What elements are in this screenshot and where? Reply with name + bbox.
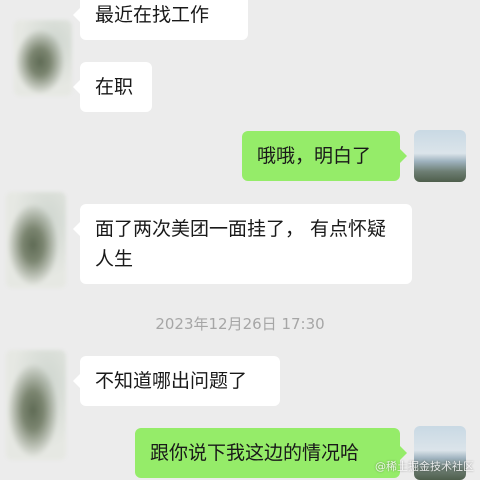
message-bubble-received[interactable]: 面了两次美团一面挂了， 有点怀疑人生 (73, 204, 412, 284)
timestamp: 2023年12月26日 17:30 (155, 315, 325, 333)
contact-avatar[interactable] (6, 192, 66, 288)
message-bubble-received[interactable]: 不知道哪出问题了 (73, 356, 280, 406)
message-bubble-sent[interactable]: 哦哦，明白了 (242, 131, 407, 181)
contact-avatar[interactable] (6, 350, 66, 460)
message-bubble-received[interactable]: 在职 (73, 62, 152, 112)
contact-avatar[interactable] (14, 20, 72, 96)
watermark: @稀土掘金技术社区 (375, 460, 474, 473)
message-bubble-sent[interactable]: 跟你说下我这边的情况哈 (135, 428, 407, 478)
self-avatar[interactable] (414, 130, 466, 182)
message-bubble-received[interactable]: 最近在找工作 (73, 0, 248, 40)
